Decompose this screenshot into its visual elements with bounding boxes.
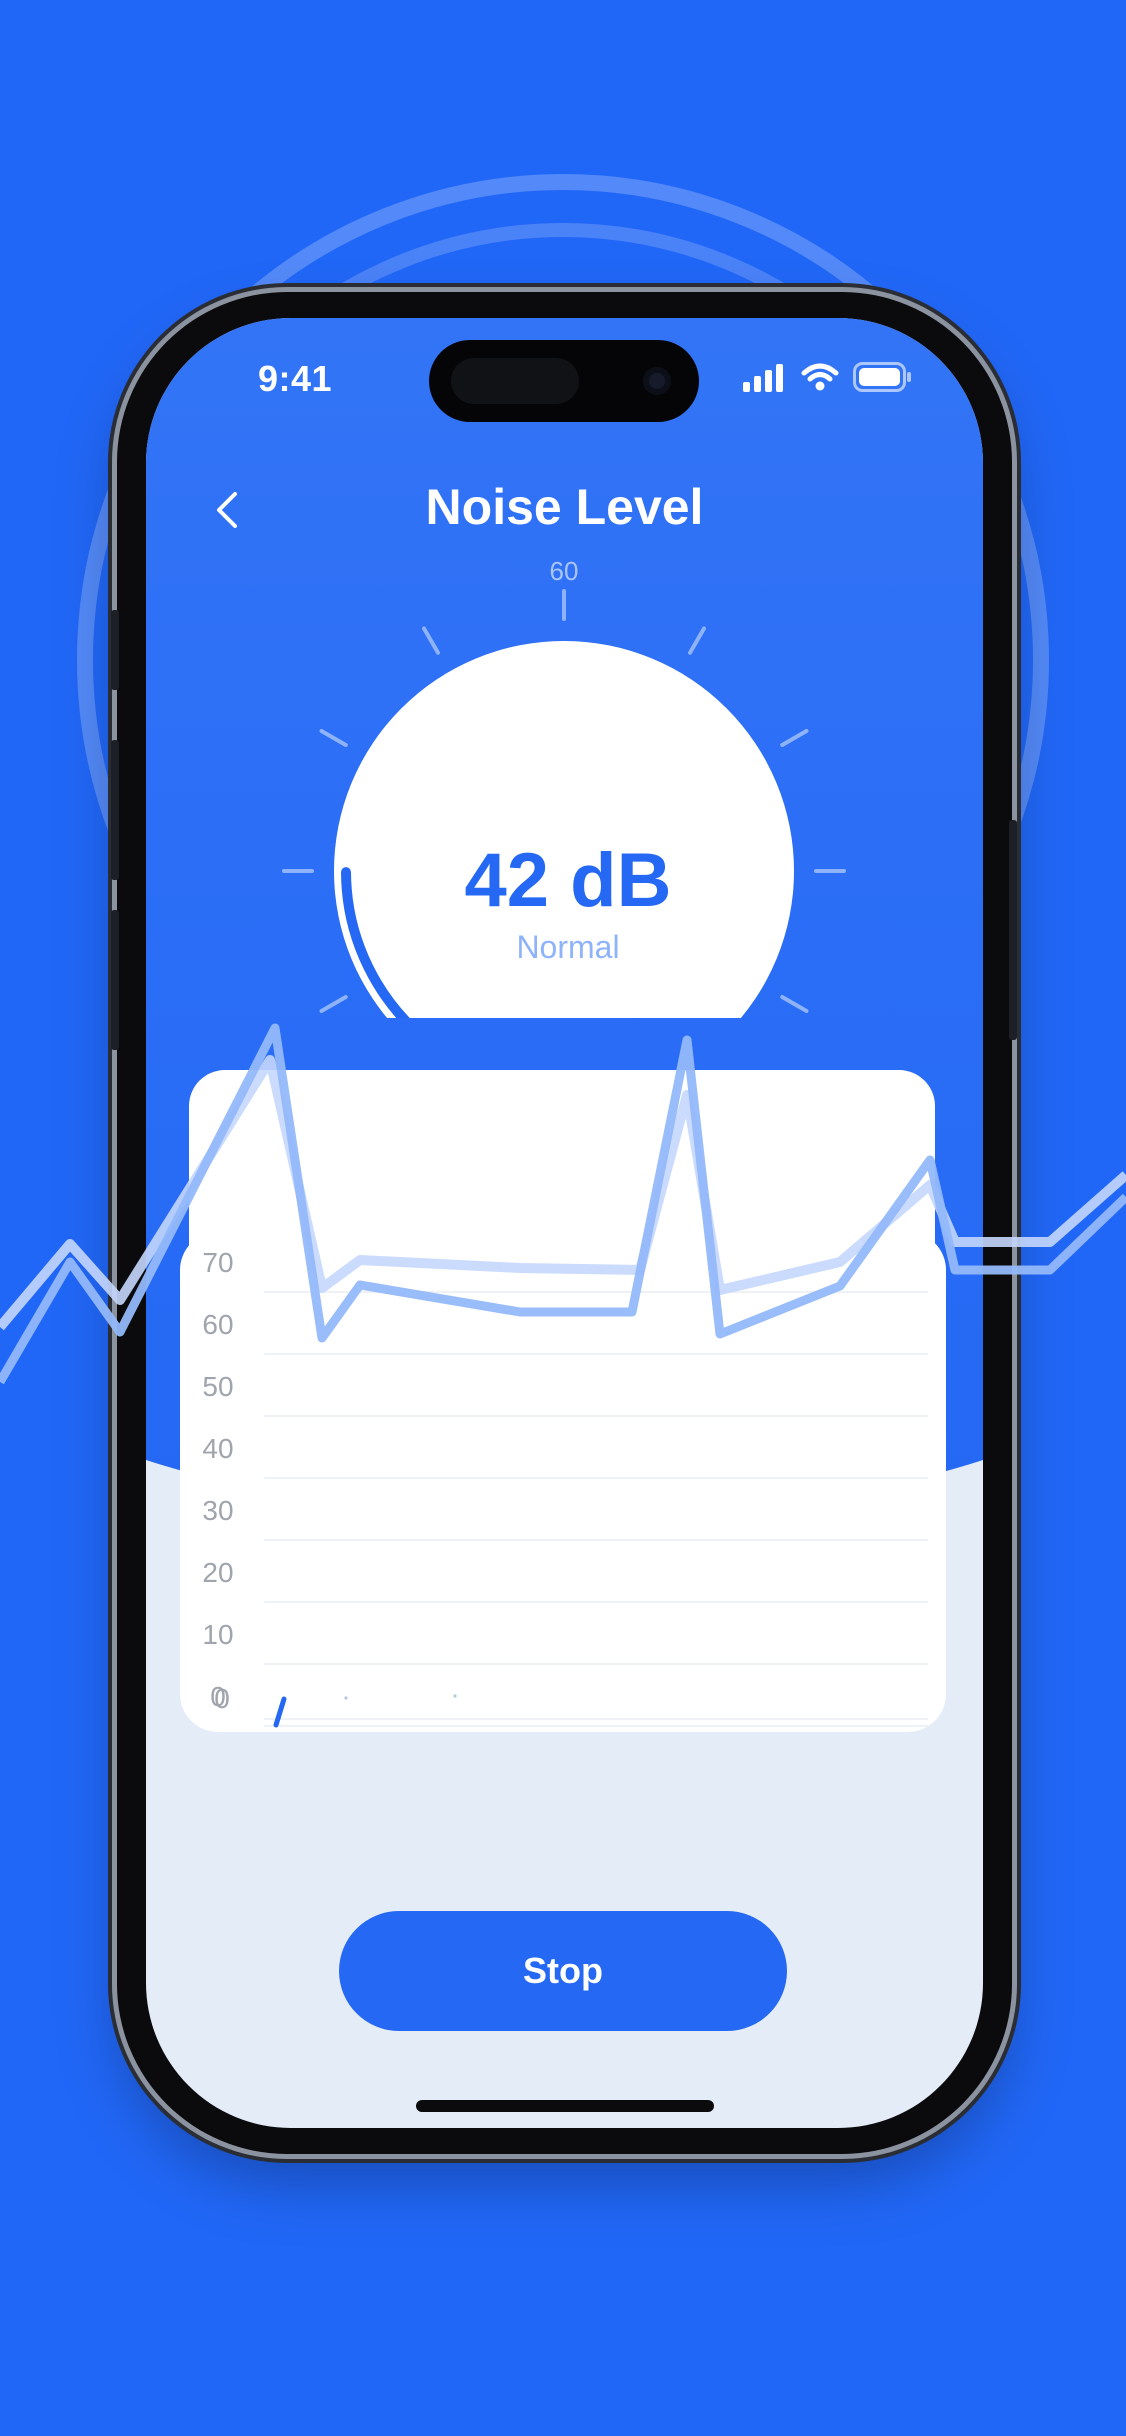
app-promo-canvas: 9:41 Noise Level 60 42 dB Normal 70 60 5… — [0, 0, 1126, 2436]
sound-wave-line-back — [0, 1055, 1126, 1331]
sound-wave-line-front — [0, 1023, 1126, 1385]
sound-wave — [0, 1023, 1126, 1385]
